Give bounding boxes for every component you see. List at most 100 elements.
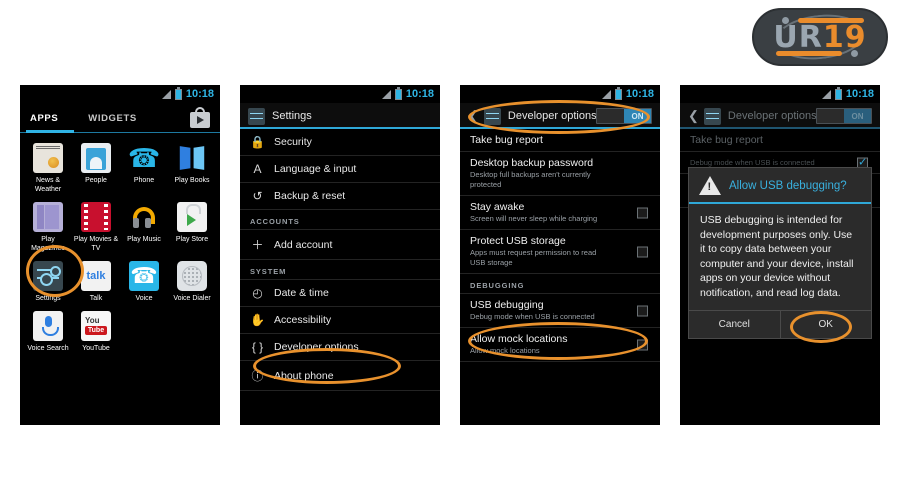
app-label: Phone bbox=[133, 177, 155, 184]
voice-search-icon bbox=[33, 311, 63, 341]
app-item[interactable]: Phone bbox=[120, 139, 168, 194]
play-music-icon bbox=[129, 202, 159, 232]
app-label: Settings bbox=[35, 295, 61, 302]
cancel-button[interactable]: Cancel bbox=[689, 311, 781, 338]
app-item[interactable]: People bbox=[72, 139, 120, 194]
tab-apps[interactable]: APPS bbox=[30, 113, 58, 124]
settings-row-label: Accessibility bbox=[274, 314, 332, 326]
phone-screen-app-drawer: 10:18 APPS WIDGETS News & Weather People P… bbox=[20, 85, 220, 425]
status-bar-time: 10:18 bbox=[845, 88, 874, 100]
tab-active-underline bbox=[26, 130, 74, 133]
developer-option-title: Take bug report bbox=[690, 134, 763, 146]
settings-row[interactable]: ✋ Accessibility bbox=[240, 307, 440, 334]
dialog-body-text: USB debugging is intended for developmen… bbox=[700, 214, 854, 299]
back-chevron-icon[interactable]: ❮ bbox=[468, 108, 479, 124]
settings-row[interactable]: ＋ Add account bbox=[240, 230, 440, 260]
toggle-on-label: ON bbox=[844, 109, 871, 123]
settings-app-icon bbox=[248, 107, 265, 125]
developer-options-toggle[interactable]: ON bbox=[816, 108, 872, 124]
settings-row-label: About phone bbox=[274, 369, 334, 382]
phone-screen-usb-dialog: 10:18 ❮ Developer options ON Take bug re… bbox=[680, 85, 880, 425]
tab-widgets[interactable]: WIDGETS bbox=[88, 113, 137, 124]
signal-triangle-icon bbox=[161, 89, 171, 99]
settings-row-label: Developer options bbox=[274, 341, 359, 353]
status-bar: 10:18 bbox=[460, 85, 660, 103]
logo-text-right: 19 bbox=[822, 19, 867, 55]
developer-option-row[interactable]: Desktop backup password Desktop full back… bbox=[460, 152, 660, 196]
app-label: Talk bbox=[89, 295, 103, 302]
developer-option-summary: Debug mode when USB is connected bbox=[470, 312, 595, 321]
play-books-icon bbox=[177, 143, 207, 173]
app-item[interactable]: Voice Dialer bbox=[168, 257, 216, 303]
settings-row-label: Add account bbox=[274, 238, 333, 251]
signal-triangle-icon bbox=[601, 89, 611, 99]
developer-options-header: ❮ Developer options ON bbox=[460, 103, 660, 129]
settings-icon bbox=[33, 261, 63, 291]
app-item[interactable]: Voice bbox=[120, 257, 168, 303]
app-item[interactable]: Play Movies & TV bbox=[72, 198, 120, 253]
app-item[interactable]: Talk bbox=[72, 257, 120, 303]
app-item[interactable]: Settings bbox=[24, 257, 72, 303]
battery-icon bbox=[614, 86, 622, 100]
settings-row[interactable]: ◴ Date & time bbox=[240, 280, 440, 307]
dialog-header: Allow USB debugging? bbox=[689, 168, 871, 204]
app-label: Play Magazines bbox=[31, 236, 65, 252]
battery-icon bbox=[174, 86, 182, 100]
app-label: Play Movies & TV bbox=[73, 236, 119, 252]
info-icon: ⓘ bbox=[251, 369, 264, 383]
developer-option-checkbox[interactable] bbox=[637, 305, 648, 316]
play-store-icon bbox=[177, 202, 207, 232]
app-item[interactable]: Play Music bbox=[120, 198, 168, 253]
back-chevron-icon[interactable]: ❮ bbox=[688, 108, 699, 124]
language-icon: A bbox=[253, 162, 262, 176]
people-icon bbox=[81, 143, 111, 173]
settings-row[interactable]: ⓘ About phone bbox=[240, 361, 440, 391]
dialog-title: Allow USB debugging? bbox=[729, 179, 847, 192]
developer-option-row[interactable]: Protect USB storage Apps must request per… bbox=[460, 230, 660, 274]
play-store-bag-icon[interactable] bbox=[190, 107, 210, 128]
status-bar-time: 10:18 bbox=[185, 88, 214, 100]
developer-options-list: Take bug report Desktop backup password De… bbox=[460, 129, 660, 362]
clock-icon: ◴ bbox=[252, 286, 263, 300]
phone-icon bbox=[129, 143, 159, 173]
developer-options-toggle[interactable]: ON bbox=[596, 108, 652, 124]
settings-header-title: Settings bbox=[272, 110, 312, 122]
developer-option-summary: Desktop full backups aren't currently pr… bbox=[470, 170, 591, 189]
developer-option-summary: Apps must request permission to read USB… bbox=[470, 248, 597, 267]
app-label: Play Store bbox=[175, 236, 209, 243]
developer-option-title: Allow mock locations bbox=[470, 333, 568, 345]
status-bar: 10:18 bbox=[20, 85, 220, 103]
developer-option-title: Take bug report bbox=[470, 134, 543, 146]
settings-app-icon bbox=[483, 107, 501, 125]
developer-option-checkbox[interactable] bbox=[637, 207, 648, 218]
settings-row[interactable]: A Language & input bbox=[240, 156, 440, 183]
ok-button[interactable]: OK bbox=[781, 311, 872, 338]
settings-row[interactable]: ↺ Backup & reset bbox=[240, 183, 440, 210]
talk-icon bbox=[81, 261, 111, 291]
app-item[interactable]: News & Weather bbox=[24, 139, 72, 194]
app-item[interactable]: Play Store bbox=[168, 198, 216, 253]
plus-icon: ＋ bbox=[251, 238, 264, 252]
warning-triangle-icon bbox=[699, 176, 721, 195]
developer-option-summary: Screen will never sleep while charging bbox=[470, 214, 598, 223]
developer-option-checkbox[interactable] bbox=[637, 246, 648, 257]
settings-row[interactable]: { } Developer options bbox=[240, 334, 440, 361]
developer-option-row[interactable]: Take bug report bbox=[460, 129, 660, 152]
developer-option-row[interactable]: Allow mock locationsAllow mock locations bbox=[460, 328, 660, 362]
phone-screen-developer-options: 10:18 ❮ Developer options ON Take bug re… bbox=[460, 85, 660, 425]
app-item[interactable]: Voice Search bbox=[24, 307, 72, 353]
developer-option-row[interactable]: Stay awake Screen will never sleep while … bbox=[460, 196, 660, 230]
app-label: News & Weather bbox=[34, 177, 62, 193]
youtube-icon bbox=[81, 311, 111, 341]
settings-section-header: ACCOUNTS bbox=[240, 210, 440, 230]
developer-option-row[interactable]: Take bug report bbox=[680, 129, 880, 152]
developer-option-checkbox[interactable] bbox=[637, 339, 648, 350]
settings-row[interactable]: 🔒 Security bbox=[240, 129, 440, 156]
app-item[interactable]: Play Magazines bbox=[24, 198, 72, 253]
settings-list: 🔒 Security A Language & input ↺ Backup & rese… bbox=[240, 129, 440, 391]
app-item[interactable]: Play Books bbox=[168, 139, 216, 194]
voice-icon bbox=[129, 261, 159, 291]
app-item[interactable]: You Tube bbox=[72, 307, 120, 353]
app-label: Voice Dialer bbox=[173, 295, 211, 302]
developer-option-row[interactable]: USB debugging Debug mode when USB is conn… bbox=[460, 294, 660, 328]
